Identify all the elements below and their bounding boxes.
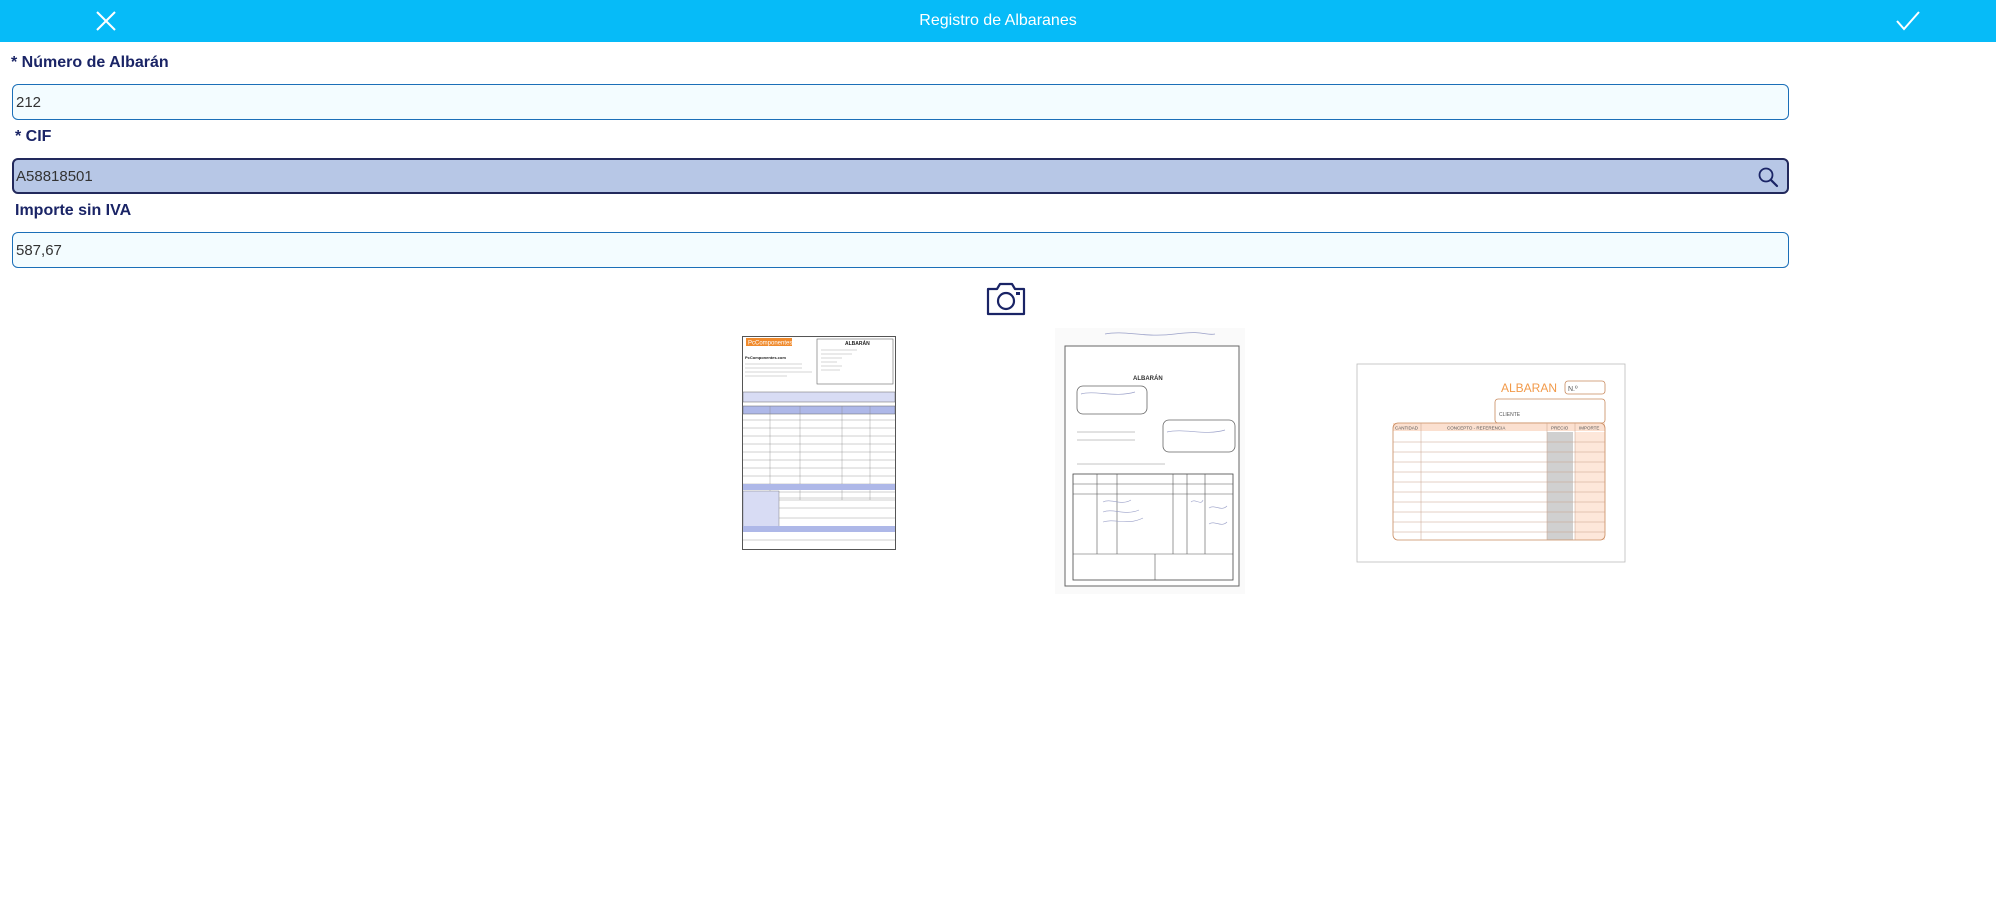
doc1-company: PcComponentes.com [745, 355, 786, 360]
doc3-col-concepto: CONCEPTO - REFERENCIA [1447, 426, 1505, 431]
numero-albaran-label: * Número de Albarán [11, 54, 169, 71]
cif-value: A58818501 [16, 167, 93, 185]
doc2-title: ALBARÁN [1133, 375, 1163, 382]
camera-icon[interactable] [985, 279, 1027, 317]
check-icon [1896, 11, 1920, 31]
doc3-title: ALBARAN [1501, 381, 1557, 395]
importe-field[interactable]: 587,67 [12, 232, 1789, 268]
albaran-thumbnail-3[interactable]: ALBARAN N.º CLIENTE CANTIDAD CONCEPTO - … [1355, 336, 1627, 564]
importe-label: Importe sin IVA [15, 202, 132, 219]
doc3-number-label: N.º [1568, 386, 1578, 393]
doc3-col-importe: IMPORTE [1579, 426, 1599, 431]
header-bar: Registro de Albaranes [0, 0, 1996, 42]
numero-albaran-value: 212 [16, 93, 42, 111]
doc3-col-cantidad: CANTIDAD [1395, 426, 1419, 431]
confirm-button[interactable] [1882, 0, 1934, 42]
doc1-title: ALBARÁN [845, 340, 870, 347]
doc1-logo: PcComponentes [748, 341, 792, 347]
albaran-thumbnail-1[interactable]: PcComponentes ALBARÁN PcComponentes.com [742, 336, 896, 550]
doc3-client-label: CLIENTE [1499, 412, 1521, 418]
cif-label: * CIF [15, 128, 52, 145]
cif-field[interactable]: A58818501 [12, 158, 1789, 194]
search-icon[interactable] [1757, 166, 1779, 188]
doc3-col-precio: PRECIO [1551, 426, 1569, 431]
importe-value: 587,67 [16, 241, 62, 259]
albaran-thumbnail-2[interactable]: ALBARÁN [1055, 328, 1245, 594]
numero-albaran-field[interactable]: 212 [12, 84, 1789, 120]
page-title: Registro de Albaranes [919, 12, 1077, 29]
